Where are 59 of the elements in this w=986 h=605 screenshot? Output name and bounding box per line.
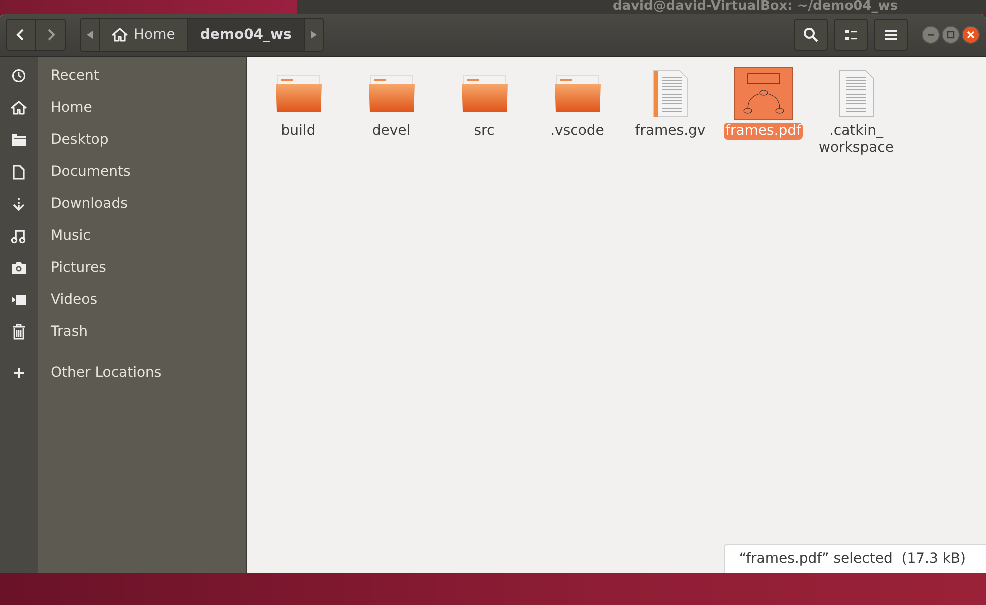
status-text: “frames.pdf” selected (17.3 kB) bbox=[739, 551, 966, 567]
clock-icon bbox=[12, 69, 26, 83]
sidebar-item[interactable]: Other Locations bbox=[0, 357, 246, 389]
sidebar-item[interactable]: Videos bbox=[0, 284, 246, 316]
home-icon bbox=[112, 28, 128, 42]
forward-button[interactable] bbox=[36, 19, 66, 51]
file-item[interactable]: frames.gv bbox=[624, 65, 717, 157]
sidebar-item[interactable]: Documents bbox=[0, 156, 246, 188]
sidebar-item[interactable]: Recent bbox=[0, 60, 246, 92]
close-icon bbox=[967, 31, 975, 39]
file-item[interactable]: .catkin_ workspace bbox=[810, 65, 903, 157]
camera-icon bbox=[11, 261, 27, 275]
search-icon bbox=[803, 27, 819, 43]
music-note-icon bbox=[11, 228, 27, 244]
folder-icon bbox=[274, 74, 322, 114]
plus-icon bbox=[13, 367, 25, 379]
trash-icon bbox=[12, 324, 26, 340]
list-view-icon bbox=[844, 28, 858, 42]
file-name: src bbox=[473, 123, 496, 140]
maximize-icon bbox=[947, 31, 955, 39]
sidebar-item[interactable]: Pictures bbox=[0, 252, 246, 284]
sidebar-item[interactable]: Downloads bbox=[0, 188, 246, 220]
file-name: .catkin_ workspace bbox=[818, 123, 895, 157]
download-arrow-icon bbox=[12, 196, 26, 212]
file-item[interactable]: .vscode bbox=[531, 65, 624, 157]
file-item[interactable]: build bbox=[252, 65, 345, 157]
path-segment[interactable]: demo04_ws bbox=[187, 19, 305, 51]
folder-icon bbox=[460, 74, 508, 114]
view-toggle-button[interactable] bbox=[834, 19, 868, 51]
sidebar-item[interactable]: Music bbox=[0, 220, 246, 252]
menu-icon bbox=[884, 28, 898, 42]
menu-button[interactable] bbox=[874, 19, 908, 51]
home-icon bbox=[11, 101, 27, 115]
sidebar-item[interactable]: Desktop bbox=[0, 124, 246, 156]
window-title: david@david-VirtualBox: ~/demo04_ws bbox=[612, 0, 898, 14]
sidebar-item[interactable]: Home bbox=[0, 92, 246, 124]
search-button[interactable] bbox=[794, 19, 828, 51]
back-button[interactable] bbox=[6, 19, 36, 51]
file-name: frames.gv bbox=[634, 123, 707, 140]
file-name: frames.pdf bbox=[724, 123, 804, 140]
file-name: .vscode bbox=[550, 123, 606, 140]
text-file-icon bbox=[650, 70, 690, 118]
minimize-button[interactable] bbox=[922, 26, 940, 44]
document-thumbnail-icon bbox=[734, 67, 794, 121]
triangle-left-icon bbox=[87, 31, 93, 39]
folder-icon bbox=[554, 74, 602, 114]
document-icon bbox=[13, 164, 25, 180]
file-name: build bbox=[280, 123, 317, 140]
file-name: devel bbox=[371, 123, 412, 140]
file-item[interactable]: frames.pdf bbox=[717, 65, 810, 157]
video-camera-icon bbox=[11, 294, 27, 306]
text-file-icon bbox=[836, 70, 876, 118]
file-item[interactable]: src bbox=[438, 65, 531, 157]
close-button[interactable] bbox=[962, 26, 980, 44]
triangle-right-icon bbox=[310, 31, 317, 39]
file-item[interactable]: devel bbox=[345, 65, 438, 157]
folder-icon bbox=[368, 74, 416, 114]
sidebar-item[interactable]: Trash bbox=[0, 316, 246, 348]
folder-icon bbox=[11, 133, 27, 147]
